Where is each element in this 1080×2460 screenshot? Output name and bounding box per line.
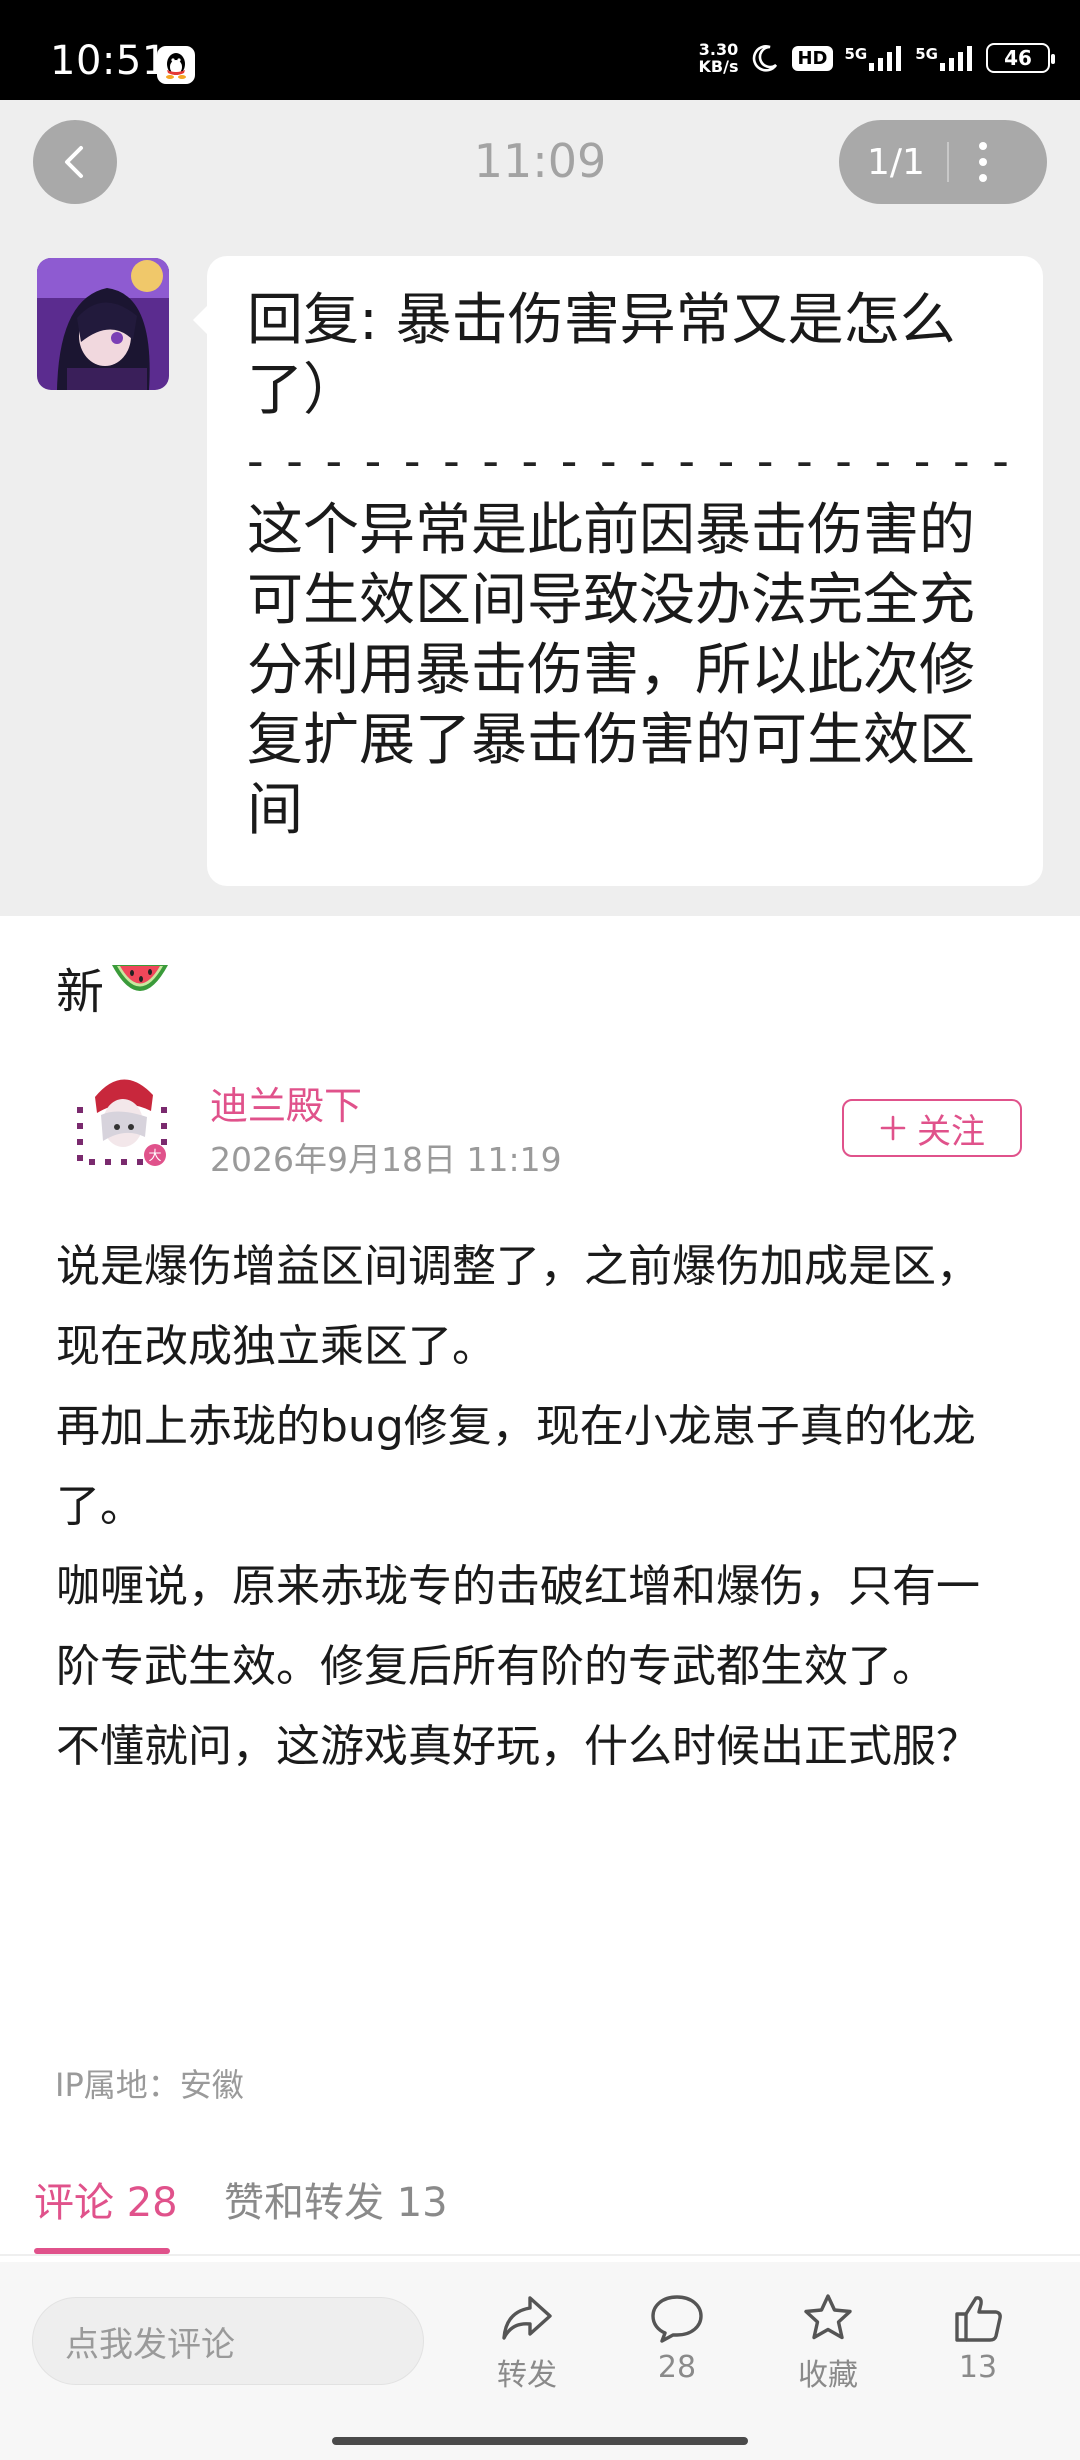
divider xyxy=(0,2254,1080,2256)
post-paragraph: 再加上赤珑的bug修复，现在小龙崽子真的化龙了。 xyxy=(56,1401,976,1532)
quote-body: 这个异常是此前因暴击伤害的可生效区间导致没办法完全充分利用暴击伤害，所以此次修复… xyxy=(247,498,975,843)
post-paragraph: 不懂就问，这游戏真好玩，什么时候出正式服？ xyxy=(56,1721,980,1772)
follow-button[interactable]: 关注 xyxy=(842,1099,1022,1157)
page-indicator: 1/1 xyxy=(867,141,925,183)
post-paragraph: 咖喱说，原来赤珑专的击破红增和爆伤，只有一阶专武生效。修复后所有阶的专武都生效了… xyxy=(56,1561,980,1692)
page-pill[interactable]: 1/1 xyxy=(839,120,1047,204)
bottom-action-bar: 点我发评论 转发 28 收藏 13 xyxy=(0,2262,1080,2460)
share-icon xyxy=(502,2296,552,2340)
like-count: 13 xyxy=(958,2350,998,2385)
post-date: 2026年9月18日 11:19 xyxy=(210,1140,562,1179)
plus-icon xyxy=(880,1115,906,1141)
follow-label: 关注 xyxy=(917,1111,985,1152)
watermelon-icon xyxy=(108,957,172,1017)
chat-avatar[interactable] xyxy=(37,258,169,390)
post-headline: 新 xyxy=(56,952,172,1022)
tab-comments[interactable]: 评论 28 xyxy=(34,2170,178,2228)
ip-location: IP属地：安徽 xyxy=(55,2066,244,2104)
share-button[interactable]: 转发 xyxy=(467,2292,587,2394)
moon-icon xyxy=(750,43,780,73)
battery-icon: 46 xyxy=(986,43,1055,73)
tab-likes-reposts[interactable]: 赞和转发 13 xyxy=(224,2170,448,2228)
quote-title: 回复: 暴击伤害异常又是怎么了） xyxy=(247,288,956,423)
network-speed: 3.30 KB/s xyxy=(698,40,739,76)
pill-divider xyxy=(946,142,949,182)
quote-divider: - - - - - - - - - - - - - - - - - - - - xyxy=(247,434,1013,488)
status-time: 10:51 xyxy=(50,38,168,84)
favorite-label: 收藏 xyxy=(798,2358,858,2393)
svg-text:大: 大 xyxy=(148,1149,161,1164)
more-icon[interactable] xyxy=(978,142,987,182)
status-bar: 10:51 3.30 KB/s HD 5G 5G 46 xyxy=(0,0,1080,100)
like-button[interactable]: 13 xyxy=(918,2292,1038,2385)
author-name[interactable]: 迪兰殿下 xyxy=(210,1075,362,1130)
quote-bubble: 回复: 暴击伤害异常又是怎么了） - - - - - - - - - - - -… xyxy=(193,256,1043,886)
comment-count: 28 xyxy=(657,2350,697,2385)
comment-button[interactable]: 28 xyxy=(617,2292,737,2385)
quote-panel: 11:09 1/1 回复: 暴击伤害异常又是怎么了） - - - - - - -… xyxy=(0,100,1080,916)
signal-icon: 5G xyxy=(845,45,904,71)
share-label: 转发 xyxy=(497,2358,557,2393)
qq-icon xyxy=(157,46,195,84)
home-indicator[interactable] xyxy=(332,2437,748,2445)
signal-icon-2: 5G xyxy=(915,45,974,71)
comment-icon xyxy=(651,2295,703,2343)
author-avatar[interactable]: 大 xyxy=(77,1067,169,1167)
favorite-button[interactable]: 收藏 xyxy=(768,2292,888,2394)
comment-input[interactable]: 点我发评论 xyxy=(32,2297,424,2385)
post-body: 说是爆伤增益区间调整了，之前爆伤加成是区，现在改成独立乘区了。 再加上赤珑的bu… xyxy=(56,1227,1016,1787)
thumbs-up-icon xyxy=(955,2296,1002,2342)
post-paragraph: 说是爆伤增益区间调整了，之前爆伤加成是区，现在改成独立乘区了。 xyxy=(56,1241,980,1372)
tab-bar: 评论 28 赞和转发 13 xyxy=(0,2170,1080,2254)
hd-badge: HD xyxy=(792,45,833,71)
post-headline-text: 新 xyxy=(56,964,105,1020)
star-icon xyxy=(804,2294,852,2340)
